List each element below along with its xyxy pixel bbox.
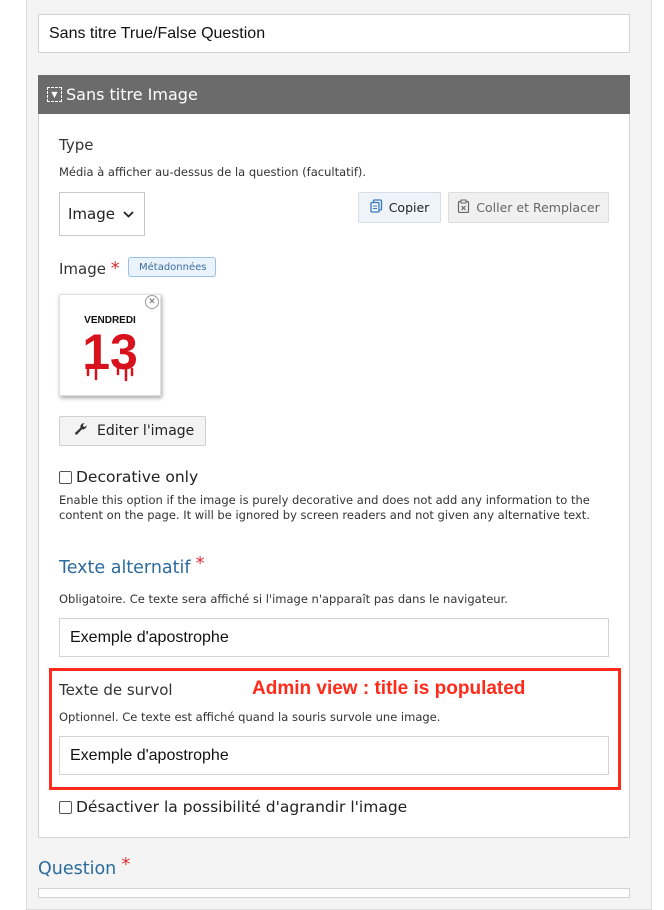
collapse-icon[interactable]: ▼ [47, 87, 62, 102]
disable-zoom-checkbox[interactable] [59, 800, 72, 814]
question-input[interactable] [38, 888, 630, 898]
wrench-icon [74, 422, 88, 440]
title-input[interactable]: Sans titre True/False Question [38, 14, 630, 53]
edit-image-label: Editer l'image [97, 423, 195, 439]
decorative-description: Enable this option if the image is purel… [59, 493, 590, 522]
close-icon[interactable]: ✕ [145, 295, 159, 309]
alt-text-label-text: Texte alternatif [59, 558, 191, 578]
type-select-value: Image [68, 205, 115, 223]
alt-text-value: Exemple d'apostrophe [70, 628, 229, 646]
copy-button-label: Copier [388, 200, 430, 215]
decorative-checkbox[interactable] [59, 470, 72, 484]
alt-text-label: Texte alternatif * [59, 553, 205, 578]
paste-replace-button[interactable]: Coller et Remplacer [448, 192, 609, 223]
question-label-text: Question [38, 859, 117, 879]
title-input-value: Sans titre True/False Question [49, 24, 266, 42]
copy-icon [370, 199, 383, 216]
friday-13-image: VENDREDI 13 [82, 315, 138, 382]
annotation-note: Admin view : title is populated [252, 678, 526, 699]
alt-text-input[interactable]: Exemple d'apostrophe [59, 618, 609, 657]
image-group-header[interactable]: ▼ Sans titre Image [38, 75, 630, 114]
paste-button-label: Coller et Remplacer [476, 200, 600, 215]
decorative-label: Decorative only [76, 468, 199, 486]
image-thumbnail[interactable]: VENDREDI 13 [59, 294, 161, 396]
image-group-title: Sans titre Image [66, 85, 198, 104]
edit-image-button[interactable]: Editer l'image [59, 416, 206, 446]
question-label: Question * [38, 854, 130, 879]
required-mark: * [195, 553, 205, 574]
metadata-button[interactable]: Métadonnées [128, 257, 216, 277]
type-label: Type [59, 136, 94, 154]
type-description: Média à afficher au-dessus de la questio… [59, 165, 367, 179]
type-select[interactable]: Image [59, 192, 145, 236]
disable-zoom-label: Désactiver la possibilité d'agrandir l'i… [76, 798, 408, 816]
thumbnail-number: 13 [82, 324, 138, 380]
image-label: Image * [59, 258, 120, 279]
alt-text-description: Obligatoire. Ce texte sera affiché si l'… [59, 592, 508, 606]
required-mark: * [110, 258, 120, 279]
image-label-text: Image [59, 260, 106, 278]
chevron-down-icon [123, 208, 134, 221]
copy-button[interactable]: Copier [358, 192, 441, 223]
decorative-option: Decorative only [59, 468, 198, 486]
required-mark: * [121, 854, 131, 875]
disable-zoom-option: Désactiver la possibilité d'agrandir l'i… [59, 798, 407, 816]
metadata-label: Métadonnées [139, 261, 207, 273]
paste-icon [457, 199, 470, 216]
